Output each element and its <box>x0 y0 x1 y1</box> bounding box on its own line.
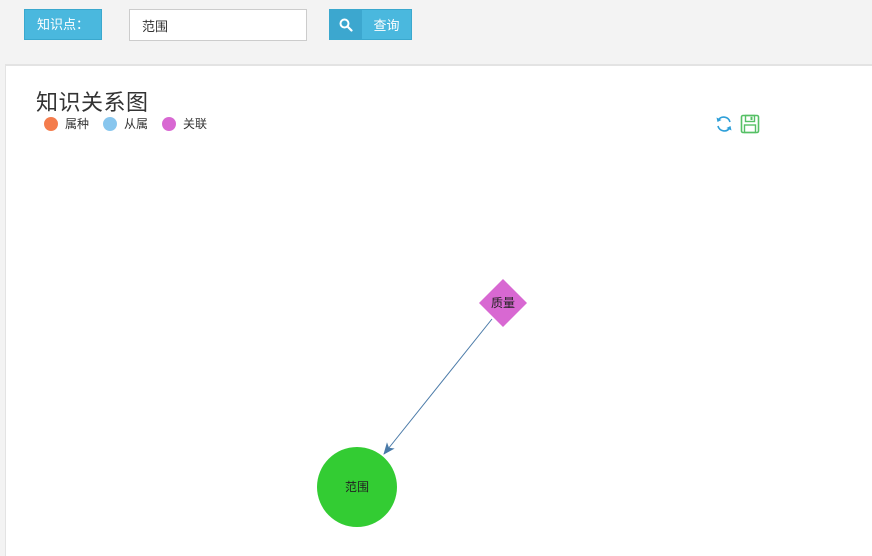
graph-node-label: 质量 <box>491 296 515 310</box>
graph-edge <box>383 318 493 455</box>
graph-node-zhiliang[interactable]: 质量 <box>479 279 527 327</box>
graph-node-label: 范围 <box>345 480 369 494</box>
graph-node-fanwei[interactable]: 范围 <box>317 447 397 527</box>
knowledge-graph: 质量 范围 <box>317 279 527 527</box>
